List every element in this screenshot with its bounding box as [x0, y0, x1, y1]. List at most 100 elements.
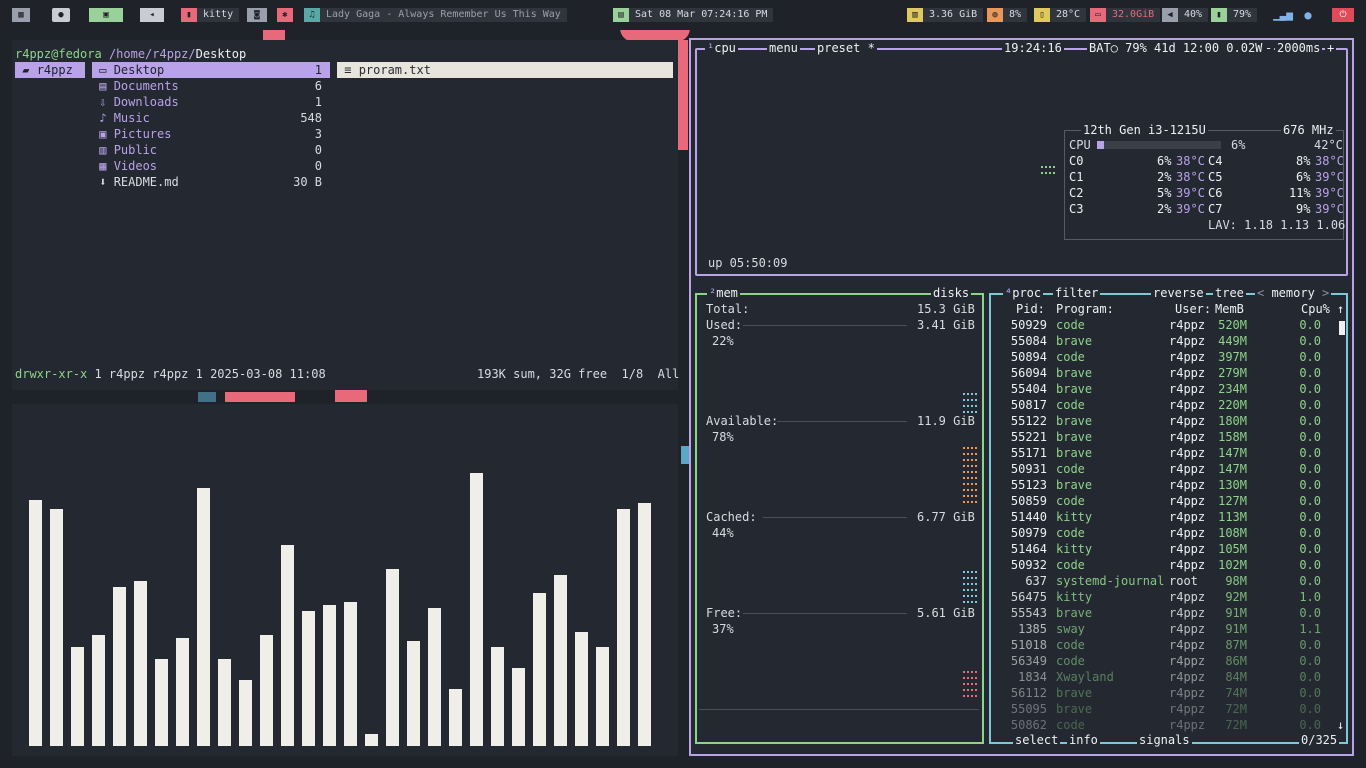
proc-tab[interactable]: ⁴proc — [1003, 286, 1044, 300]
col-pid[interactable]: Pid: — [1016, 301, 1045, 317]
process-pid: 50931 — [1010, 462, 1047, 476]
file-entry[interactable]: ▥ Public 0 — [92, 142, 330, 158]
scrollbar-thumb[interactable] — [1339, 321, 1345, 335]
process-row[interactable]: 56349 code r4ppz 86M 0.0 — [991, 653, 1331, 669]
file-entry[interactable]: ▦ Videos 0 — [92, 158, 330, 174]
mem-cached: 6.77 GiB — [917, 510, 975, 524]
visualizer-bar — [260, 635, 273, 746]
process-row[interactable]: 56475 kitty r4ppz 92M 1.0 — [991, 589, 1331, 605]
visualizer-bar — [323, 605, 336, 746]
process-program: code — [1056, 526, 1085, 540]
process-row[interactable]: 51440 kitty r4ppz 113M 0.0 — [991, 509, 1331, 525]
process-row[interactable]: 50931 code r4ppz 147M 0.0 — [991, 461, 1331, 477]
process-pid: 51464 — [1010, 542, 1047, 556]
bug-module[interactable]: ✱ — [277, 8, 293, 22]
core-pct: 6% — [1157, 154, 1172, 168]
process-row[interactable]: 637 systemd-journal root 98M 0.0 — [991, 573, 1331, 589]
process-cpu: 0.0 — [1299, 702, 1321, 716]
process-row[interactable]: 50859 code r4ppz 127M 0.0 — [991, 493, 1331, 509]
workspace-1[interactable]: ▦ — [12, 8, 30, 22]
mem-avail-pct: 78% — [712, 430, 734, 444]
process-program: brave — [1056, 382, 1093, 396]
col-program[interactable]: Program: — [1056, 301, 1114, 317]
process-row[interactable]: 1834 Xwayland r4ppz 84M 0.0 — [991, 669, 1331, 685]
process-row[interactable]: 50932 code r4ppz 102M 0.0 — [991, 557, 1331, 573]
reverse-tab[interactable]: reverse — [1151, 286, 1206, 300]
menu-tab[interactable]: menu — [767, 41, 800, 55]
core-name: C4 — [1208, 154, 1223, 168]
volume-module[interactable]: ◀ 40% — [1162, 8, 1209, 22]
process-row[interactable]: 55543 brave r4ppz 91M 0.0 — [991, 605, 1331, 621]
workspace-2[interactable]: ● — [52, 8, 70, 22]
process-row[interactable]: 50817 code r4ppz 220M 0.0 — [991, 397, 1331, 413]
info-action[interactable]: info — [1067, 733, 1100, 747]
visualizer-bar — [386, 569, 399, 746]
cpu-module[interactable]: ◍ 8% — [987, 8, 1028, 22]
file-entry[interactable]: ⇩ Downloads 1 — [92, 94, 330, 110]
col-user[interactable]: User: — [1175, 301, 1211, 317]
mem-cached-pct: 44% — [712, 526, 734, 540]
disks-tab[interactable]: disks — [931, 286, 972, 300]
process-row[interactable]: 51464 kitty r4ppz 105M 0.0 — [991, 541, 1331, 557]
power-module[interactable]: ⏻ — [1332, 8, 1354, 22]
battery-module[interactable]: ▮ 79% — [1211, 8, 1258, 22]
interval-minus[interactable]: - — [1263, 41, 1275, 55]
process-row[interactable]: 55095 brave r4ppz 72M 0.0 — [991, 701, 1331, 717]
process-row[interactable]: 55123 brave r4ppz 130M 0.0 — [991, 477, 1331, 493]
battery-icon: ▮ — [1211, 8, 1227, 22]
process-pid: 50894 — [1010, 350, 1047, 364]
signals-action[interactable]: signals — [1137, 733, 1192, 747]
process-row[interactable]: 50979 code r4ppz 108M 0.0 — [991, 525, 1331, 541]
preset-tab[interactable]: preset * — [815, 41, 877, 55]
document-icon: ▤ — [92, 79, 114, 93]
process-row[interactable]: 50862 code r4ppz 72M 0.0 — [991, 717, 1331, 733]
sort-selector[interactable]: < memory > — [1255, 286, 1332, 300]
interval-plus[interactable]: + — [1325, 41, 1337, 55]
file-entry[interactable]: ⬇ README.md 30 B — [92, 174, 330, 190]
workspace-4[interactable]: ◂ — [140, 8, 164, 22]
process-mem: 92M — [1225, 590, 1247, 604]
scroll-down-icon[interactable]: ↓ — [1337, 717, 1344, 733]
process-row[interactable]: 55221 brave r4ppz 158M 0.0 — [991, 429, 1331, 445]
parent-dir-item[interactable]: ▰ r4ppz — [15, 62, 85, 78]
file-entry[interactable]: ▣ Pictures 3 — [92, 126, 330, 142]
memory-module[interactable]: ▥ 3.36 GiB — [907, 8, 984, 22]
process-row[interactable]: 55404 brave r4ppz 234M 0.0 — [991, 381, 1331, 397]
now-playing[interactable]: ♫ Lady Gaga - Always Remember Us This Wa… — [304, 8, 567, 22]
col-cpu[interactable]: Cpu% — [1301, 301, 1330, 317]
cpu-tab[interactable]: ¹cpu — [705, 41, 738, 55]
gamepad-module[interactable]: ◙ — [247, 8, 267, 22]
mem-tab[interactable]: ²mem — [707, 286, 740, 300]
visualizer-bar — [449, 689, 462, 746]
process-row[interactable]: 55084 brave r4ppz 449M 0.0 — [991, 333, 1331, 349]
process-row[interactable]: 55122 brave r4ppz 180M 0.0 — [991, 413, 1331, 429]
memory-label: 3.36 GiB — [929, 9, 978, 20]
process-row[interactable]: 56112 brave r4ppz 74M 0.0 — [991, 685, 1331, 701]
process-row[interactable]: 50894 code r4ppz 397M 0.0 — [991, 349, 1331, 365]
file-entry[interactable]: ▭ Desktop 1 — [92, 62, 330, 78]
process-row[interactable]: 1385 sway r4ppz 91M 1.1 — [991, 621, 1331, 637]
network-module[interactable]: ▁▃▅ — [1268, 8, 1298, 22]
notification-module[interactable]: ● — [1300, 8, 1316, 22]
disk-module[interactable]: ▭ 32.0GiB — [1090, 8, 1161, 22]
process-row[interactable]: 55171 brave r4ppz 147M 0.0 — [991, 445, 1331, 461]
window-title[interactable]: ▮ kitty — [181, 8, 240, 22]
gamepad-icon: ◙ — [247, 8, 267, 22]
tree-tab[interactable]: tree — [1213, 286, 1246, 300]
process-row[interactable]: 50929 code r4ppz 520M 0.0 — [991, 317, 1331, 333]
workspace-3[interactable]: ▣ — [89, 8, 123, 22]
clock-module[interactable]: ▤ Sat 08 Mar 07:24:16 PM — [613, 8, 774, 22]
load-average: LAV: 1.18 1.13 1.06 — [1208, 218, 1346, 232]
process-program: code — [1056, 350, 1085, 364]
preview-file[interactable]: ≡ proram.txt — [337, 62, 673, 78]
temperature-module[interactable]: ▯ 28°C — [1034, 8, 1087, 22]
file-entry[interactable]: ♪ Music 548 — [92, 110, 330, 126]
col-mem[interactable]: MemB — [1215, 301, 1244, 317]
visualizer-bar — [596, 647, 609, 746]
process-row[interactable]: 51018 code r4ppz 87M 0.0 — [991, 637, 1331, 653]
scroll-up-icon[interactable]: ↑ — [1337, 301, 1344, 317]
select-action[interactable]: select — [1013, 733, 1061, 747]
file-entry[interactable]: ▤ Documents 6 — [92, 78, 330, 94]
filter-tab[interactable]: filter — [1053, 286, 1101, 300]
process-row[interactable]: 56094 brave r4ppz 279M 0.0 — [991, 365, 1331, 381]
